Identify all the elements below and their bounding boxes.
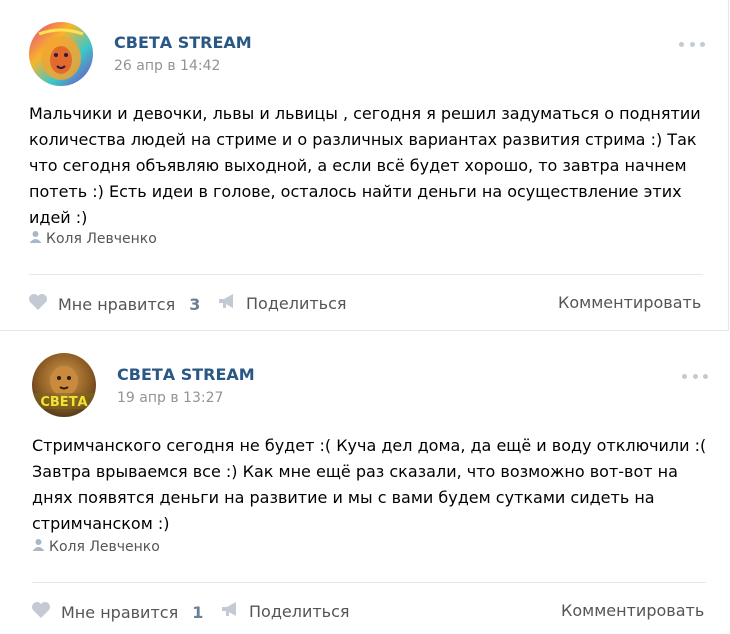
more-options-icon[interactable]: [682, 372, 708, 380]
comment-button[interactable]: Комментировать: [558, 293, 701, 312]
share-label: Поделиться: [246, 293, 347, 313]
heart-icon: [28, 293, 48, 315]
like-label: Мне нравится: [61, 602, 179, 622]
more-options-icon[interactable]: [679, 40, 705, 48]
like-button[interactable]: Мне нравится 1: [31, 601, 203, 623]
post-signer[interactable]: Коля Левченко: [32, 538, 160, 555]
avatar-logo-text: СВЕТА: [40, 395, 87, 410]
divider: [32, 582, 706, 583]
like-button[interactable]: Мне нравится 3: [28, 293, 200, 315]
post-author[interactable]: СВЕТА STREAM: [117, 365, 255, 384]
lion-avatar-icon[interactable]: СВЕТА: [32, 353, 96, 417]
share-button[interactable]: Поделиться: [221, 601, 350, 621]
like-label: Мне нравится: [58, 294, 176, 314]
user-icon: [32, 538, 45, 555]
post-text: Мальчики и девочки, львы и львицы , сего…: [29, 104, 701, 227]
post-date[interactable]: 26 апр в 14:42: [114, 58, 220, 74]
share-button[interactable]: Поделиться: [218, 293, 347, 313]
megaphone-icon: [218, 293, 236, 313]
comment-button[interactable]: Комментировать: [561, 601, 704, 620]
signer-name: Коля Левченко: [46, 230, 157, 247]
lion-avatar-icon[interactable]: [29, 22, 93, 86]
signer-name: Коля Левченко: [49, 538, 160, 555]
megaphone-icon: [221, 601, 239, 621]
like-count: 1: [192, 602, 204, 622]
post-date[interactable]: 19 апр в 13:27: [117, 390, 223, 406]
post-signer[interactable]: Коля Левченко: [29, 230, 157, 247]
post-text: Стримчанского сегодня не будет :( Куча д…: [32, 436, 707, 533]
wall-post: СВЕТА СВЕТА STREAM 19 апр в 13:27 Стримч…: [0, 338, 730, 634]
post-author[interactable]: СВЕТА STREAM: [114, 33, 252, 52]
divider: [29, 274, 703, 275]
heart-icon: [31, 601, 51, 623]
user-icon: [29, 230, 42, 247]
wall-post: СВЕТА STREAM 26 апр в 14:42 Мальчики и д…: [0, 0, 729, 331]
share-label: Поделиться: [249, 601, 350, 621]
like-count: 3: [189, 294, 201, 314]
